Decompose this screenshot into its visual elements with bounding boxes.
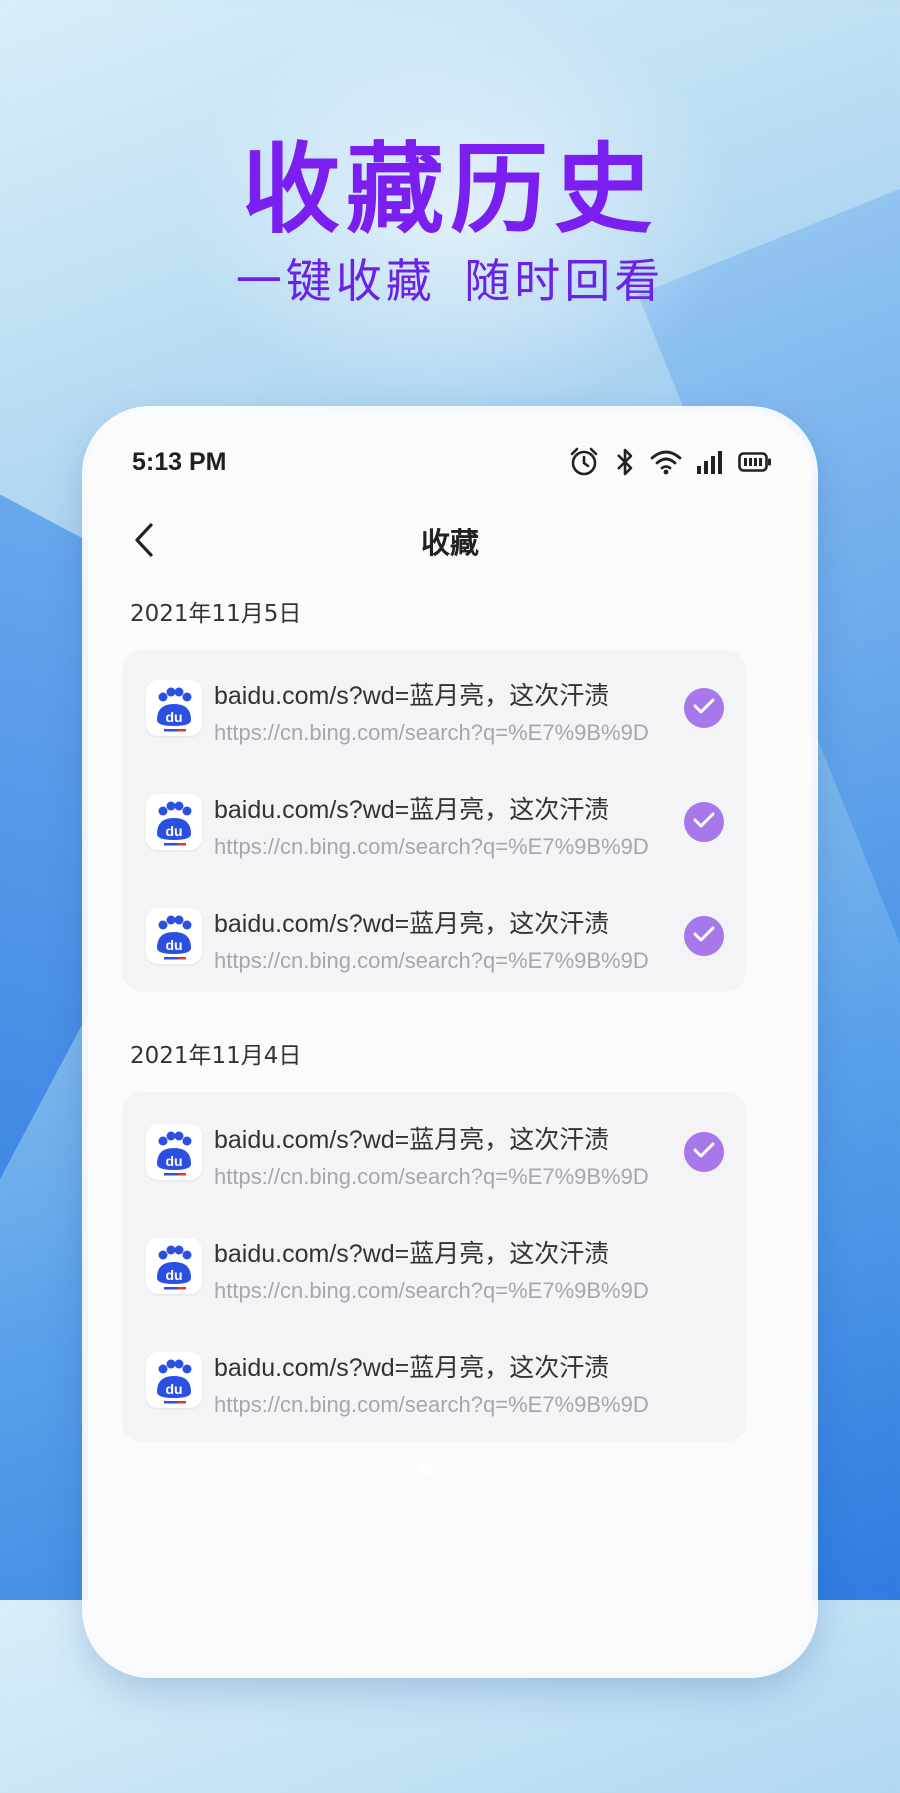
list-item[interactable]: du baidu.com/s?wd=蓝月亮，这次汗渍 https://cn.bi… — [122, 1210, 746, 1322]
baidu-logo-icon: du — [146, 680, 202, 736]
list-item[interactable]: du baidu.com/s?wd=蓝月亮，这次汗渍 https://cn.bi… — [122, 1324, 746, 1436]
item-title: baidu.com/s?wd=蓝月亮，这次汗渍 — [214, 796, 610, 824]
section-date: 2021年11月5日 — [130, 601, 302, 627]
item-url: https://cn.bing.com/search?q=%E7%9B%9D — [214, 1278, 649, 1303]
status-bar: 5:13 PM — [132, 442, 772, 482]
baidu-logo-icon: du — [146, 794, 202, 850]
item-title: baidu.com/s?wd=蓝月亮，这次汗渍 — [214, 910, 610, 938]
favorites-group: du baidu.com/s?wd=蓝月亮，这次汗渍 https://cn.bi… — [122, 650, 746, 992]
list-item[interactable]: du baidu.com/s?wd=蓝月亮，这次汗渍 https://cn.bi… — [122, 1096, 746, 1208]
checked-checkbox[interactable] — [684, 916, 724, 956]
promo-title: 收藏历史 — [241, 133, 658, 247]
battery-icon — [738, 451, 772, 473]
promo-subtitle: 一键收藏 随时回看 — [235, 254, 665, 308]
baidu-logo-icon: du — [146, 1238, 202, 1294]
item-title: baidu.com/s?wd=蓝月亮，这次汗渍 — [214, 1354, 610, 1382]
check-icon — [692, 810, 716, 834]
check-icon — [692, 696, 716, 720]
checked-checkbox[interactable] — [684, 802, 724, 842]
checked-checkbox[interactable] — [684, 1132, 724, 1172]
svg-text:du: du — [165, 937, 182, 953]
list-item[interactable]: du baidu.com/s?wd=蓝月亮，这次汗渍 https://cn.bi… — [122, 880, 746, 992]
item-url: https://cn.bing.com/search?q=%E7%9B%9D — [214, 834, 649, 859]
signal-icon — [696, 449, 724, 475]
svg-text:du: du — [165, 1153, 182, 1169]
item-url: https://cn.bing.com/search?q=%E7%9B%9D — [214, 720, 649, 745]
status-icons — [568, 446, 772, 478]
page-title: 收藏 — [420, 526, 479, 560]
scroll-indicator — [420, 1462, 432, 1474]
checked-checkbox[interactable] — [684, 688, 724, 728]
wifi-icon — [650, 448, 682, 476]
svg-text:du: du — [165, 823, 182, 839]
item-title: baidu.com/s?wd=蓝月亮，这次汗渍 — [214, 1126, 610, 1154]
status-time: 5:13 PM — [132, 447, 227, 476]
check-icon — [692, 1140, 716, 1164]
item-title: baidu.com/s?wd=蓝月亮，这次汗渍 — [214, 1240, 610, 1268]
svg-text:du: du — [165, 1381, 182, 1397]
item-url: https://cn.bing.com/search?q=%E7%9B%9D — [214, 948, 649, 973]
phone-frame: 5:13 PM 收藏 2021年11月5日 du baidu.com/s?wd=… — [88, 412, 812, 1672]
alarm-icon — [568, 446, 600, 478]
section-date: 2021年11月4日 — [130, 1043, 302, 1069]
check-icon — [692, 924, 716, 948]
baidu-logo-icon: du — [146, 1352, 202, 1408]
baidu-logo-icon: du — [146, 1124, 202, 1180]
svg-text:du: du — [165, 1267, 182, 1283]
bluetooth-icon — [614, 446, 636, 478]
list-item[interactable]: du baidu.com/s?wd=蓝月亮，这次汗渍 https://cn.bi… — [122, 652, 746, 764]
favorites-group: du baidu.com/s?wd=蓝月亮，这次汗渍 https://cn.bi… — [122, 1092, 746, 1442]
baidu-logo-icon: du — [146, 908, 202, 964]
item-title: baidu.com/s?wd=蓝月亮，这次汗渍 — [214, 682, 610, 710]
item-url: https://cn.bing.com/search?q=%E7%9B%9D — [214, 1164, 649, 1189]
item-url: https://cn.bing.com/search?q=%E7%9B%9D — [214, 1392, 649, 1417]
nav-bar: 收藏 — [88, 512, 812, 572]
svg-text:du: du — [165, 709, 182, 725]
list-item[interactable]: du baidu.com/s?wd=蓝月亮，这次汗渍 https://cn.bi… — [122, 766, 746, 878]
